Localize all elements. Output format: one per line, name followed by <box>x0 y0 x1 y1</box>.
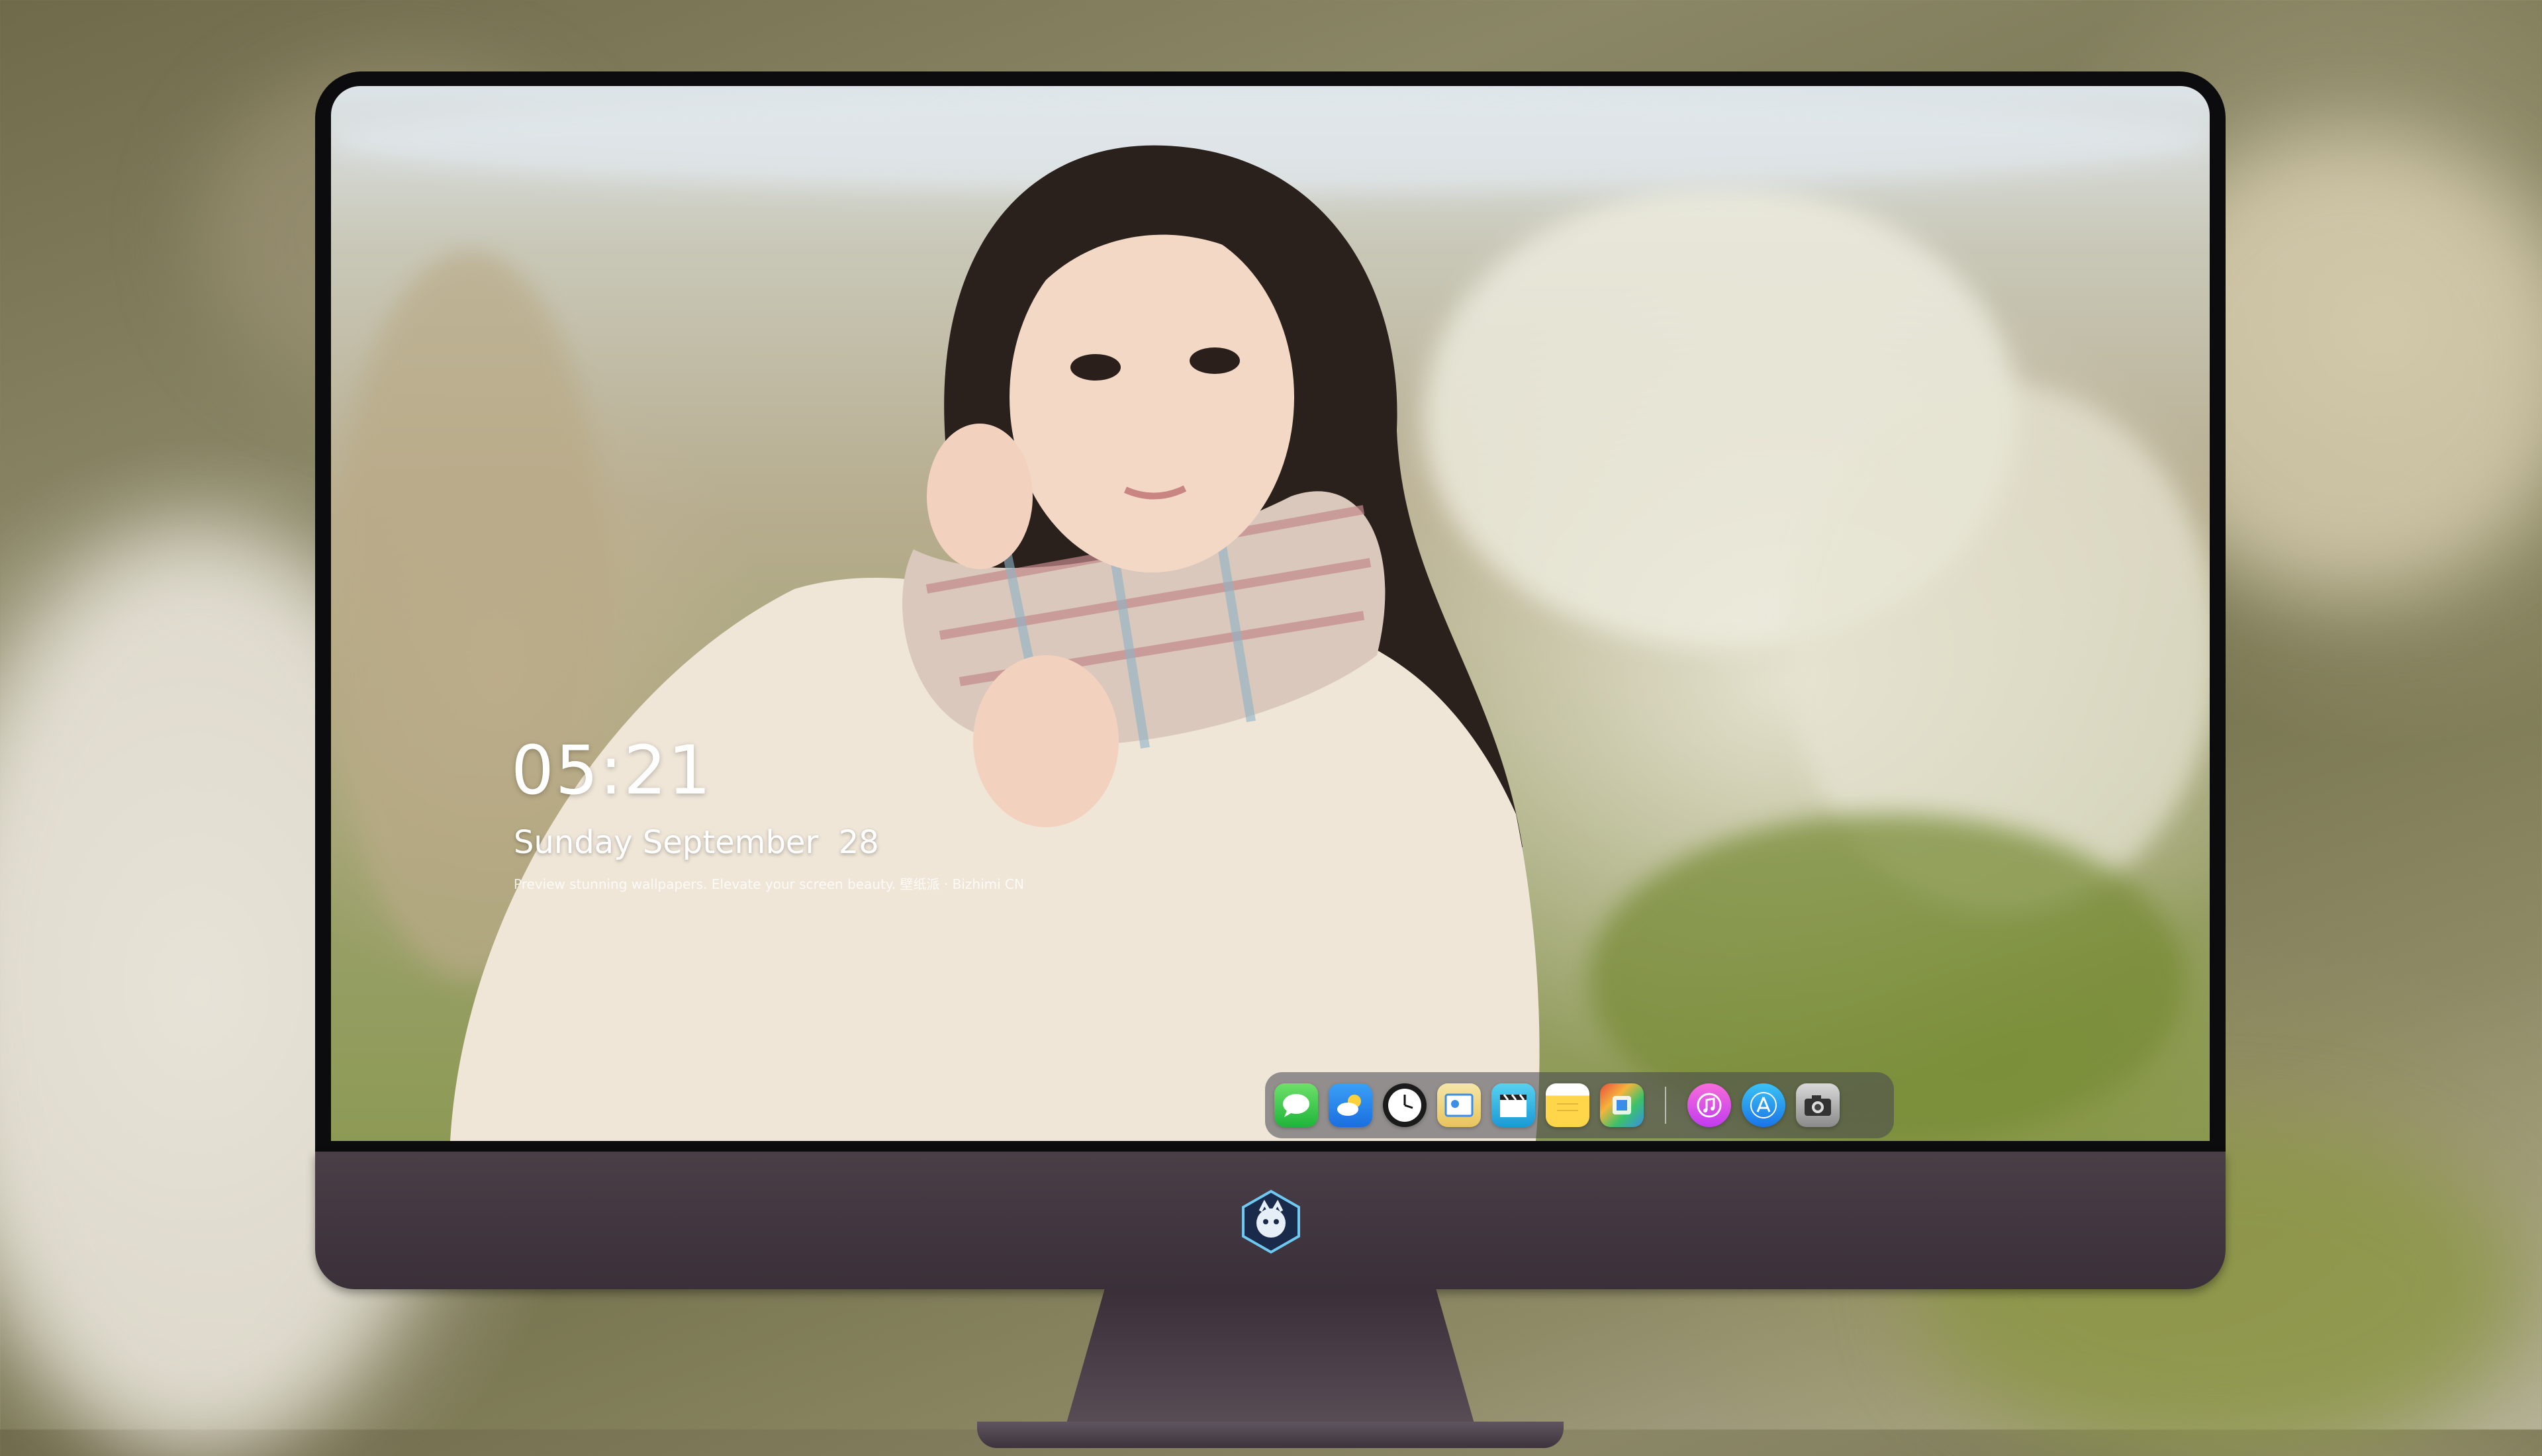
clock-icon[interactable] <box>1383 1083 1427 1127</box>
monitor-stand-base <box>977 1422 1564 1448</box>
brand-logo-icon <box>1242 1189 1300 1254</box>
lock-screen-date: Sunday September 28 <box>514 824 879 861</box>
monitor-stand <box>1063 1289 1478 1435</box>
lock-screen: 05:21 Sunday September 28 Preview stunni… <box>331 86 2210 1141</box>
wallpaper-portrait <box>450 145 1540 1141</box>
notes-icon[interactable] <box>1546 1083 1589 1127</box>
clips-icon[interactable] <box>1491 1083 1535 1127</box>
photo-booth-icon[interactable] <box>1600 1083 1644 1127</box>
lock-screen-tagline: Preview stunning wallpapers. Elevate you… <box>514 876 1024 892</box>
app-store-icon[interactable] <box>1742 1083 1785 1127</box>
dock-separator <box>1665 1087 1666 1124</box>
weather-icon[interactable] <box>1329 1083 1372 1127</box>
itunes-icon[interactable] <box>1687 1083 1731 1127</box>
messages-icon[interactable] <box>1274 1083 1318 1127</box>
monitor: 05:21 Sunday September 28 Preview stunni… <box>315 71 2226 1448</box>
preview-icon[interactable] <box>1437 1083 1481 1127</box>
lock-screen-time: 05:21 <box>511 731 712 810</box>
dock <box>1265 1072 1894 1138</box>
camera-icon[interactable] <box>1796 1083 1840 1127</box>
